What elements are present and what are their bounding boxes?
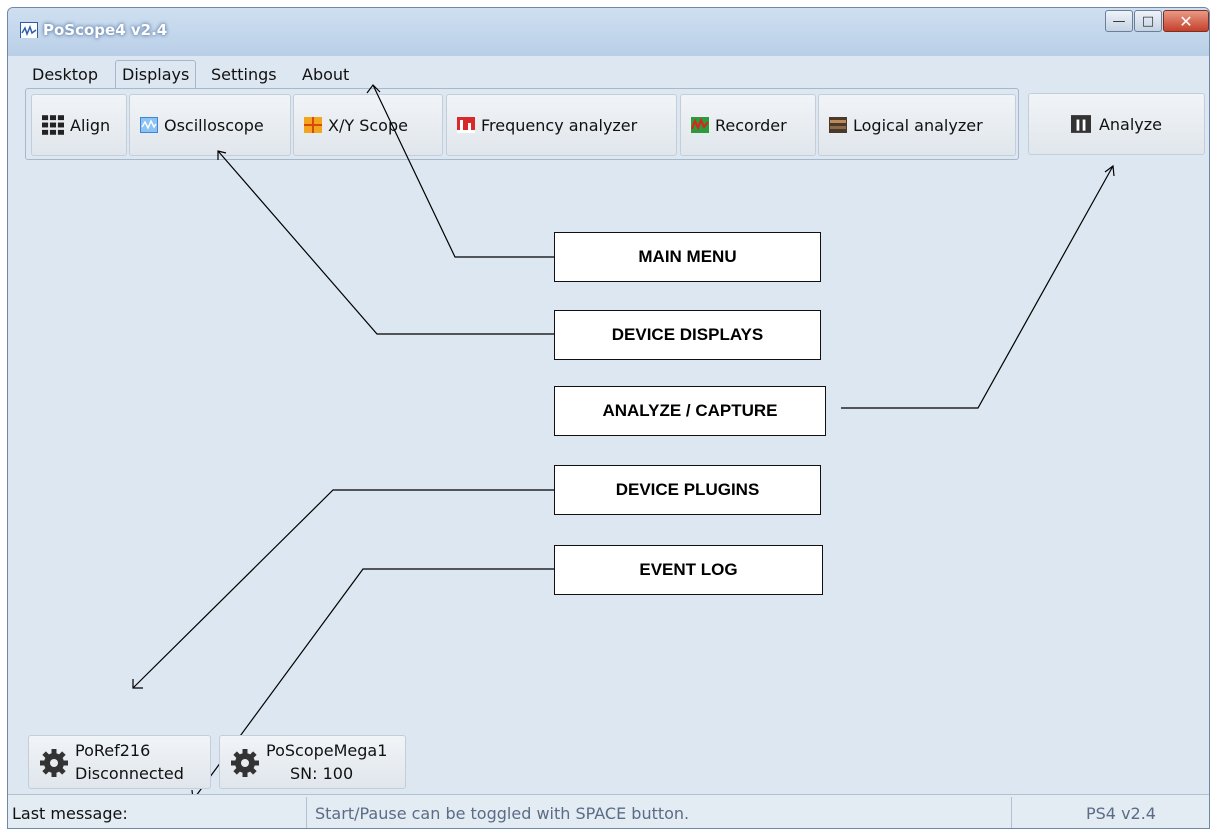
arrow-main-menu [372, 84, 554, 258]
arrow-device-plugins [132, 489, 554, 689]
plugin-serial: SN: 100 [290, 764, 354, 783]
arrow-analyze [841, 165, 1114, 409]
version-label: PS4 v2.4 [1086, 803, 1156, 823]
plugin-poref216[interactable]: PoRef216 Disconnected [28, 735, 211, 789]
app-window: PoScope4 v2.4 — □ ✕ Desktop Displays Set… [7, 7, 1210, 829]
status-divider [1011, 797, 1012, 828]
annotation-arrows [132, 84, 1115, 801]
plugin-name: PoScopeMega1 [266, 741, 388, 760]
arrow-device-displays [217, 150, 554, 335]
last-message-label: Last message: [12, 803, 128, 823]
plugin-name: PoRef216 [75, 741, 151, 760]
plugin-status: Disconnected [75, 764, 184, 783]
plugin-poscopemega1[interactable]: PoScopeMega1 SN: 100 [219, 735, 406, 789]
status-divider [306, 797, 307, 828]
arrow-main-menu-head [366, 84, 381, 94]
gear-icon [231, 749, 259, 777]
arrow-analyze-head [1104, 164, 1115, 177]
gear-icon [40, 749, 68, 777]
status-bar: Last message: Start/Pause can be toggled… [8, 794, 1209, 828]
last-message-text: Start/Pause can be toggled with SPACE bu… [315, 803, 690, 823]
